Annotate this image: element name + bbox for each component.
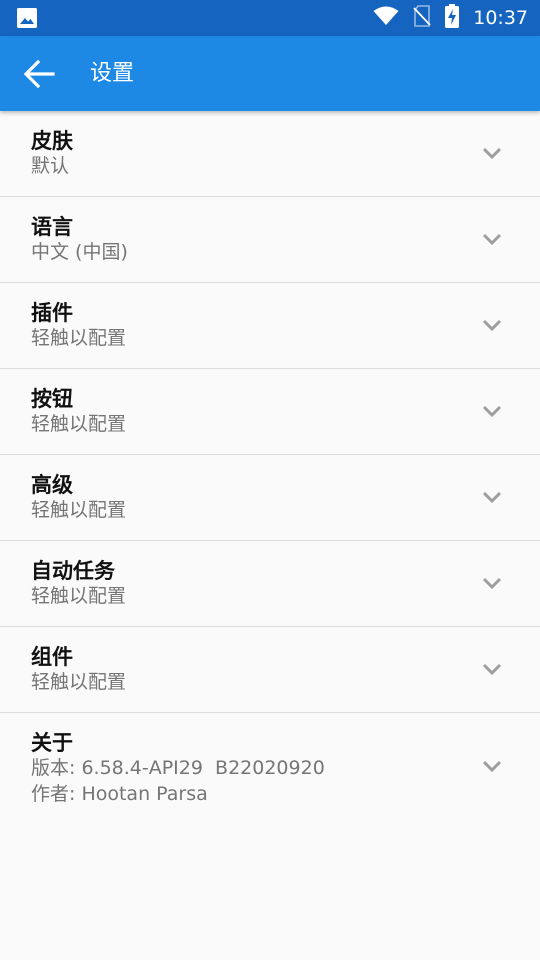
settings-item-title: 皮肤 xyxy=(31,129,73,153)
settings-item-subtitle: 轻触以配置 xyxy=(31,585,127,607)
settings-list: 皮肤 默认 语言 中文 (中国) 插件 轻触以配置 按钮 轻触以配置 高级 轻触… xyxy=(0,111,540,817)
chevron-down-icon xyxy=(482,760,502,773)
chevron-down-icon xyxy=(482,147,502,160)
image-notification-icon xyxy=(16,7,38,33)
settings-item-title: 插件 xyxy=(31,301,73,325)
settings-item-title: 高级 xyxy=(31,473,73,497)
version-text: 版本: 6.58.4-API29 B22020920 xyxy=(31,757,325,779)
settings-item-subtitle: 轻触以配置 xyxy=(31,413,127,435)
status-time: 10:37 xyxy=(473,7,528,29)
settings-item-skin[interactable]: 皮肤 默认 xyxy=(0,111,540,197)
chevron-down-icon xyxy=(482,405,502,418)
author-text: 作者: Hootan Parsa xyxy=(31,783,208,805)
chevron-down-icon xyxy=(482,663,502,676)
status-bar: 10:37 xyxy=(0,0,540,36)
settings-item-subtitle: 默认 xyxy=(31,155,70,177)
back-button[interactable] xyxy=(22,57,56,91)
settings-item-about[interactable]: 关于 版本: 6.58.4-API29 B22020920 作者: Hootan… xyxy=(0,713,540,817)
settings-item-subtitle: 轻触以配置 xyxy=(31,499,127,521)
wifi-icon xyxy=(373,6,399,30)
settings-item-title: 语言 xyxy=(31,215,73,239)
settings-item-subtitle: 中文 (中国) xyxy=(31,241,128,263)
chevron-down-icon xyxy=(482,319,502,332)
settings-item-plugins[interactable]: 插件 轻触以配置 xyxy=(0,283,540,369)
app-bar: 设置 xyxy=(0,36,540,111)
settings-item-subtitle: 轻触以配置 xyxy=(31,327,127,349)
chevron-down-icon xyxy=(482,233,502,246)
settings-item-title: 关于 xyxy=(31,731,73,755)
chevron-down-icon xyxy=(482,491,502,504)
chevron-down-icon xyxy=(482,577,502,590)
arrow-back-icon xyxy=(23,59,55,89)
settings-item-advanced[interactable]: 高级 轻触以配置 xyxy=(0,455,540,541)
settings-item-buttons[interactable]: 按钮 轻触以配置 xyxy=(0,369,540,455)
settings-item-title: 按钮 xyxy=(31,387,73,411)
settings-item-language[interactable]: 语言 中文 (中国) xyxy=(0,197,540,283)
settings-item-widgets[interactable]: 组件 轻触以配置 xyxy=(0,627,540,713)
settings-item-subtitle: 轻触以配置 xyxy=(31,671,127,693)
no-sim-icon xyxy=(413,5,431,31)
settings-item-auto-tasks[interactable]: 自动任务 轻触以配置 xyxy=(0,541,540,627)
settings-item-title: 组件 xyxy=(31,645,73,669)
battery-charging-icon xyxy=(445,4,460,32)
settings-item-title: 自动任务 xyxy=(31,559,115,583)
page-title: 设置 xyxy=(90,61,135,86)
